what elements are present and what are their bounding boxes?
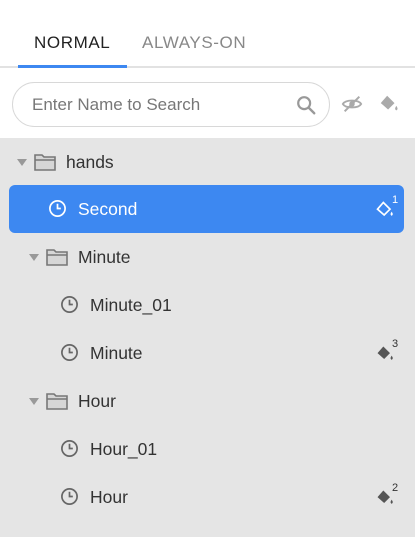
search-box xyxy=(12,82,330,127)
folder-icon xyxy=(34,154,56,171)
fill-badge[interactable]: 1 xyxy=(375,194,403,222)
tree-item-hour[interactable]: Hour 2 xyxy=(0,473,415,521)
layer-tree: hands Second 1 Minute Minute_01 Minute 3… xyxy=(0,138,415,537)
eye-off-icon[interactable] xyxy=(341,93,363,115)
clock-icon xyxy=(61,344,78,361)
tree-node-label: Minute_01 xyxy=(90,295,172,315)
tree-node-label: Hour xyxy=(78,391,116,411)
tab-normal[interactable]: NORMAL xyxy=(34,33,110,53)
paint-bucket-icon[interactable] xyxy=(378,93,400,115)
folder-icon xyxy=(46,393,68,410)
caret-down-icon[interactable] xyxy=(16,156,28,168)
caret-down-icon[interactable] xyxy=(28,395,40,407)
clock-icon xyxy=(61,296,78,313)
tree-folder-minute[interactable]: Minute xyxy=(0,233,415,281)
tree-node-label: Second xyxy=(78,199,138,219)
tree-node-label: Hour_01 xyxy=(90,439,158,459)
badge-count: 3 xyxy=(392,338,399,350)
badge-count: 2 xyxy=(392,482,399,494)
search-toolbar xyxy=(0,68,415,138)
tree-node-label: Minute xyxy=(78,247,131,267)
search-input[interactable] xyxy=(32,83,292,126)
tree-item-second[interactable]: Second 1 xyxy=(9,185,404,233)
caret-down-icon[interactable] xyxy=(28,251,40,263)
tree-folder-hands[interactable]: hands xyxy=(0,138,415,186)
clock-icon xyxy=(49,200,66,217)
tree-node-label: hands xyxy=(66,152,114,172)
tree-item-hour-01[interactable]: Hour_01 xyxy=(0,425,415,473)
tab-bar: NORMAL ALWAYS-ON xyxy=(0,0,415,68)
badge-count: 1 xyxy=(392,194,399,206)
clock-icon xyxy=(61,488,78,505)
tree-item-minute[interactable]: Minute 3 xyxy=(0,329,415,377)
tree-node-label: Minute xyxy=(90,343,143,363)
tree-item-minute-01[interactable]: Minute_01 xyxy=(0,281,415,329)
folder-icon xyxy=(46,249,68,266)
tree-node-label: Hour xyxy=(90,487,128,507)
fill-badge[interactable]: 3 xyxy=(375,338,403,366)
tree-folder-hour[interactable]: Hour xyxy=(0,377,415,425)
clock-icon xyxy=(61,440,78,457)
tab-always-on[interactable]: ALWAYS-ON xyxy=(142,33,246,53)
search-icon[interactable] xyxy=(295,94,317,116)
fill-badge[interactable]: 2 xyxy=(375,482,403,510)
